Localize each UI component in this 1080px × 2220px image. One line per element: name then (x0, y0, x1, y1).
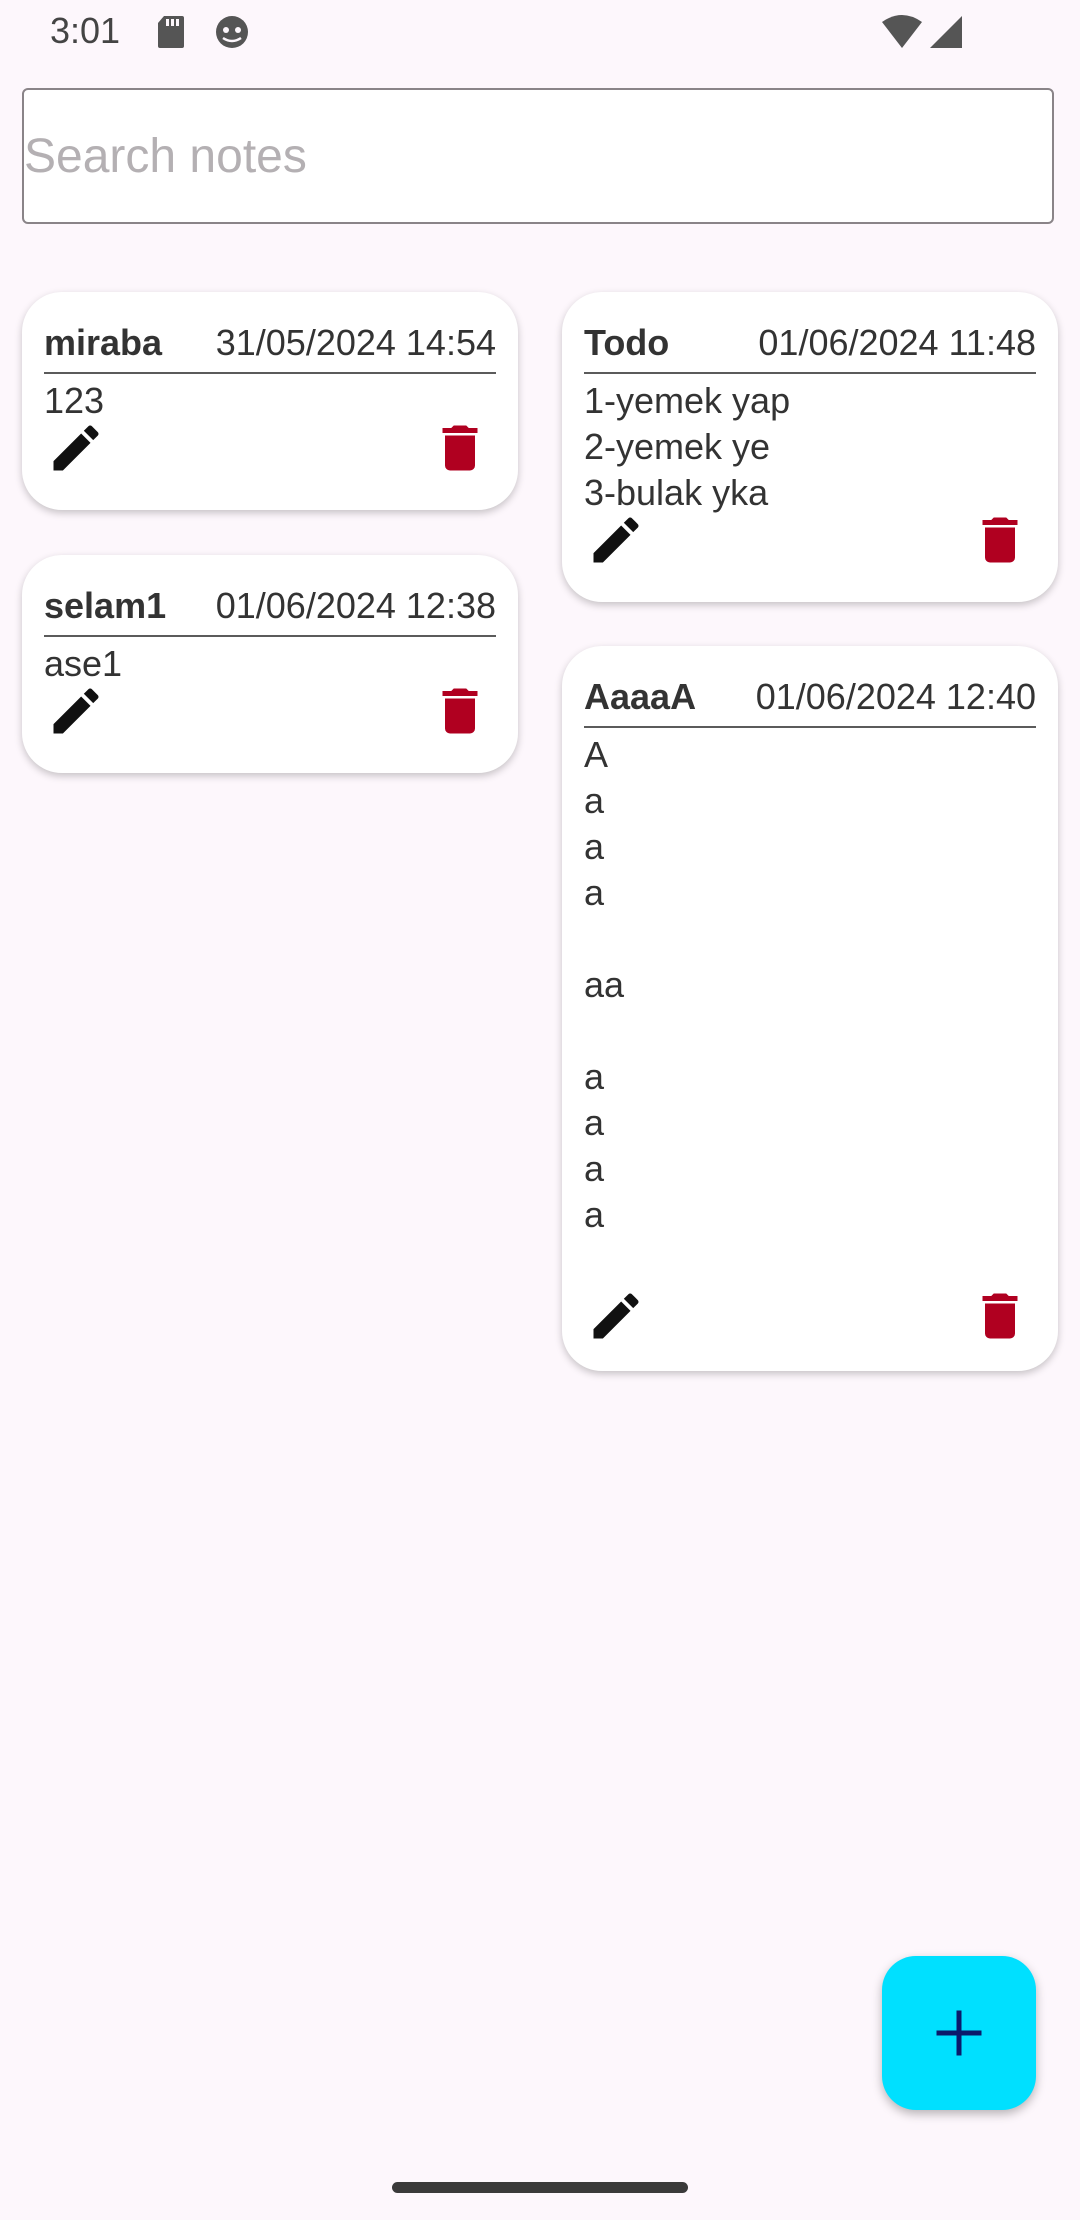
gesture-nav-handle[interactable] (392, 2182, 688, 2193)
plus-icon (936, 2010, 982, 2056)
edit-button[interactable] (586, 510, 646, 570)
pencil-icon (593, 1293, 639, 1339)
sd-card-icon (156, 14, 186, 55)
android-debug-icon (214, 14, 250, 55)
status-time: 3:01 (50, 10, 121, 51)
note-date: 01/06/2024 12:38 (215, 585, 496, 626)
note-title: miraba (44, 322, 163, 363)
note-content: ase1 (44, 643, 123, 684)
edit-button[interactable] (46, 681, 106, 741)
note-content: 1-yemek yap 2-yemek ye 3-bulak yka (584, 380, 791, 513)
trash-icon (442, 688, 478, 734)
delete-button[interactable] (970, 510, 1030, 570)
note-header: AaaaA 01/06/2024 12:40 (584, 672, 1036, 728)
pencil-icon (593, 517, 639, 563)
note-header: selam1 01/06/2024 12:38 (44, 581, 496, 637)
note-card[interactable]: selam1 01/06/2024 12:38 ase1 (22, 555, 518, 773)
note-content: A a a a aa a a a a (584, 734, 625, 1235)
wifi-icon (880, 14, 924, 55)
note-card[interactable]: miraba 31/05/2024 14:54 123 (22, 292, 518, 510)
note-content: 123 (44, 380, 105, 421)
trash-icon (982, 517, 1018, 563)
edit-button[interactable] (586, 1286, 646, 1346)
note-header: Todo 01/06/2024 11:48 (584, 318, 1036, 374)
note-card[interactable]: Todo 01/06/2024 11:48 1-yemek yap 2-yeme… (562, 292, 1058, 602)
trash-icon (442, 425, 478, 471)
trash-icon (982, 1293, 1018, 1339)
pencil-icon (53, 688, 99, 734)
cellular-signal-icon (928, 14, 964, 55)
note-card[interactable]: AaaaA 01/06/2024 12:40 A a a a aa a a a … (562, 646, 1058, 1371)
note-title: AaaaA (584, 676, 697, 717)
delete-button[interactable] (430, 418, 490, 478)
status-bar: 3:01 (0, 0, 1080, 64)
search-input[interactable] (24, 90, 1052, 222)
add-note-button[interactable] (882, 1956, 1036, 2110)
delete-button[interactable] (970, 1286, 1030, 1346)
pencil-icon (53, 425, 99, 471)
note-title: Todo (584, 322, 670, 363)
note-title: selam1 (44, 585, 167, 626)
note-date: 31/05/2024 14:54 (215, 322, 496, 363)
edit-button[interactable] (46, 418, 106, 478)
search-box[interactable] (22, 88, 1054, 224)
note-header: miraba 31/05/2024 14:54 (44, 318, 496, 374)
note-date: 01/06/2024 12:40 (755, 676, 1036, 717)
delete-button[interactable] (430, 681, 490, 741)
note-date: 01/06/2024 11:48 (758, 322, 1036, 363)
